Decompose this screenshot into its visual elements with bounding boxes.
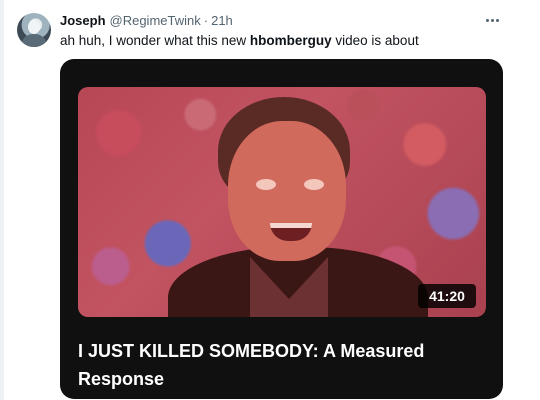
tweet-text-suffix: video is about <box>331 33 419 48</box>
tweet-text-prefix: ah huh, I wonder what this new <box>60 33 250 48</box>
thumbnail-eye-right <box>304 179 324 190</box>
separator-dot: · <box>203 13 209 28</box>
tweet-time[interactable]: 21h <box>211 13 233 28</box>
more-options-icon[interactable] <box>480 10 504 30</box>
avatar-body <box>22 34 46 47</box>
tweet-text-bold: hbomberguy <box>249 33 332 48</box>
video-thumbnail[interactable]: 41:20 <box>78 87 486 317</box>
author-name[interactable]: Joseph <box>60 13 106 28</box>
more-dot <box>495 18 499 22</box>
avatar-face <box>28 20 40 34</box>
author-handle[interactable]: @RegimeTwink <box>110 13 201 28</box>
video-duration-badge: 41:20 <box>418 284 476 308</box>
more-dot <box>485 18 489 22</box>
left-divider <box>0 0 4 400</box>
more-dot <box>490 18 494 22</box>
thumbnail-eye-left <box>256 179 276 190</box>
tweet-header: Joseph @RegimeTwink · 21h <box>60 13 233 31</box>
tweet: Joseph @RegimeTwink · 21h ah huh, I wond… <box>0 0 540 400</box>
video-title[interactable]: I JUST KILLED SOMEBODY: A Measured Respo… <box>78 337 488 393</box>
tweet-text: ah huh, I wonder what this new hbombergu… <box>60 33 419 48</box>
avatar[interactable] <box>17 13 51 47</box>
video-card[interactable]: 41:20 I JUST KILLED SOMEBODY: A Measured… <box>60 59 503 399</box>
